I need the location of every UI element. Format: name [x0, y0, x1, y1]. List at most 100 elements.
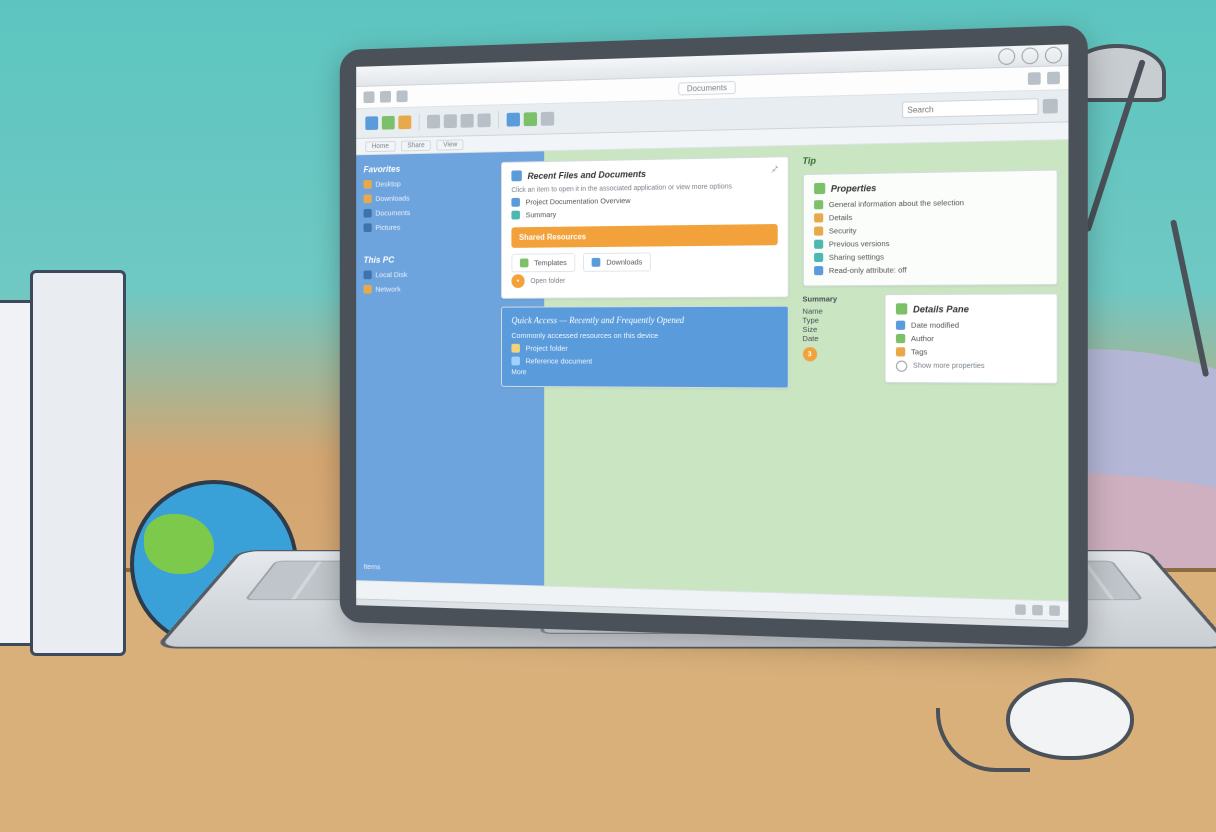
ribbon-icon-home[interactable] — [365, 116, 378, 130]
file-icon — [511, 198, 520, 207]
open-folder-link[interactable]: •Open folder — [511, 270, 777, 290]
folder-icon — [511, 344, 520, 353]
ribbon-icon-e[interactable] — [507, 113, 520, 127]
sidebar-item[interactable]: Local Disk — [363, 270, 484, 280]
tag-icon — [895, 347, 904, 356]
document-icon — [511, 170, 521, 181]
content-area: Recent Files and Documents Click an item… — [492, 140, 1069, 601]
summary-line: Type — [802, 316, 873, 325]
tab-share[interactable]: Share — [401, 140, 431, 151]
properties-icon — [814, 183, 825, 194]
quick-access-more[interactable]: More — [511, 367, 777, 379]
quick-access-title: Quick Access — Recently and Frequently O… — [511, 315, 777, 325]
more-icon — [895, 361, 906, 372]
folder-icon — [520, 259, 529, 268]
forward-icon[interactable] — [380, 91, 391, 103]
details-more-link[interactable]: Show more properties — [895, 358, 1046, 374]
laptop-screen: Documents — [340, 25, 1088, 647]
ribbon-icon-g[interactable] — [541, 112, 554, 126]
scene-illustration: Documents — [0, 0, 1216, 832]
ribbon-icon-f[interactable] — [524, 112, 537, 126]
details-title: Details Pane — [895, 303, 1046, 315]
details-icon — [814, 213, 823, 222]
app-window: Documents — [356, 44, 1068, 627]
sidebar-label: Desktop — [375, 179, 400, 188]
status-icon — [1032, 605, 1043, 616]
sidebar-label: Downloads — [375, 194, 409, 203]
sidebar-item[interactable]: Desktop — [363, 178, 484, 189]
sidebar-header-thispc: This PC — [363, 254, 484, 265]
sidebar-label: Network — [375, 285, 400, 294]
tile[interactable]: Downloads — [583, 252, 651, 271]
highlight-banner[interactable]: Shared Resources — [511, 224, 777, 248]
ribbon-icon-share[interactable] — [382, 116, 395, 130]
summary-line: Size — [802, 325, 873, 334]
workspace: Favorites Desktop Downloads Documents Pi… — [356, 140, 1068, 601]
sidebar-label: Local Disk — [375, 270, 407, 279]
sidebar-item[interactable]: Documents — [363, 207, 484, 217]
tip-marker: Tip — [802, 151, 1057, 166]
versions-icon — [814, 240, 823, 249]
sidebar-label: Pictures — [375, 223, 400, 232]
search-input[interactable] — [902, 98, 1038, 118]
sidebar-label: Documents — [375, 208, 410, 217]
sharing-icon — [814, 253, 823, 262]
folder-icon — [592, 258, 601, 267]
computer-mouse — [1006, 678, 1146, 762]
tile[interactable]: Templates — [511, 253, 575, 272]
file-icon — [511, 357, 520, 366]
laptop-device: Documents — [280, 38, 1090, 818]
security-icon — [814, 226, 823, 235]
person-icon — [895, 334, 904, 343]
summary-line: Date — [802, 334, 873, 343]
recent-card: Recent Files and Documents Click an item… — [501, 156, 788, 299]
quick-access-item[interactable]: Reference document — [511, 355, 777, 369]
quick-access-card: Quick Access — Recently and Frequently O… — [501, 306, 788, 389]
settings-icon[interactable] — [1047, 72, 1060, 85]
maximize-button[interactable] — [1022, 47, 1039, 64]
badge-number-icon: • — [511, 274, 524, 288]
ribbon-icon-c[interactable] — [461, 114, 474, 128]
count-badge: 3 — [802, 347, 816, 361]
ribbon-icon-a[interactable] — [427, 115, 440, 129]
properties-title: Properties — [814, 179, 1046, 194]
recent-title: Recent Files and Documents — [511, 165, 777, 181]
column-right: Tip Properties General information about… — [802, 151, 1057, 590]
calendar-icon — [895, 321, 904, 330]
sidebar-item[interactable]: Downloads — [363, 193, 484, 204]
ribbon-icon-view[interactable] — [398, 115, 411, 129]
details-card: Details Pane Date modified Author Tags S… — [884, 293, 1058, 384]
status-icon — [1015, 604, 1026, 615]
details-item[interactable]: Author — [895, 332, 1046, 346]
column-left: Recent Files and Documents Click an item… — [501, 156, 788, 582]
sidebar-item[interactable]: Network — [363, 284, 484, 293]
breadcrumb[interactable]: Documents — [678, 80, 736, 95]
ribbon-icon-b[interactable] — [444, 114, 457, 128]
info-icon — [814, 200, 823, 209]
properties-card: Properties General information about the… — [802, 169, 1057, 286]
summary-line: Name — [802, 306, 873, 315]
status-icon — [1049, 605, 1060, 616]
minimize-button[interactable] — [998, 48, 1015, 65]
details-item[interactable]: Tags — [895, 345, 1046, 359]
quick-access-item[interactable]: Project folder — [511, 342, 777, 355]
details-pane-icon — [895, 303, 906, 314]
details-item[interactable]: Date modified — [895, 318, 1046, 332]
search-icon[interactable] — [1043, 99, 1058, 114]
refresh-icon[interactable] — [1028, 72, 1041, 85]
pin-icon — [769, 163, 779, 173]
file-icon — [511, 211, 520, 220]
tab-home[interactable]: Home — [365, 140, 395, 151]
navigation-sidebar: Favorites Desktop Downloads Documents Pi… — [356, 152, 491, 584]
summary-block: Summary Name Type Size Date 3 — [802, 294, 873, 383]
quick-access-subtitle: Commonly accessed resources on this devi… — [511, 329, 777, 342]
ribbon-icon-d[interactable] — [477, 113, 490, 127]
sidebar-item[interactable]: Pictures — [363, 222, 484, 232]
back-icon[interactable] — [363, 91, 374, 103]
tab-view[interactable]: View — [437, 139, 464, 150]
sidebar-footer: Items — [363, 562, 484, 574]
properties-item[interactable]: Read-only attribute: off — [814, 262, 1046, 277]
up-icon[interactable] — [397, 90, 408, 102]
close-button[interactable] — [1045, 47, 1062, 64]
attribute-icon — [814, 266, 823, 275]
